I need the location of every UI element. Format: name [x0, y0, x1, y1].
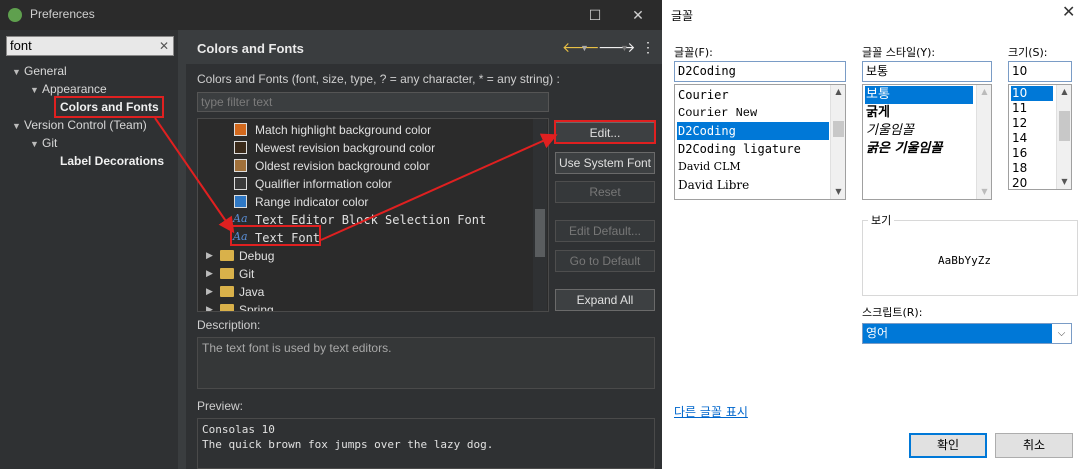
font-dialog: 글꼴 ✕ 글꼴(F): D2Coding Courier Courier New… — [662, 0, 1088, 469]
style-list[interactable]: 보통 굵게 기울임꼴 굵은 기울임꼴 ▲ ▼ — [862, 84, 992, 200]
style-list-scrollbar[interactable]: ▲ ▼ — [976, 85, 991, 199]
arrow-to-text-font — [154, 117, 235, 234]
list-item-selected[interactable]: 10 — [1011, 86, 1053, 101]
size-input[interactable]: 10 — [1008, 61, 1072, 82]
size-list-scrollbar[interactable]: ▲ ▼ — [1056, 85, 1071, 189]
list-item[interactable]: D2Coding ligature — [677, 140, 801, 158]
style-input[interactable]: 보통 — [862, 61, 992, 82]
scroll-up-icon[interactable]: ▲ — [1057, 85, 1071, 99]
script-label: 스크립트(R): — [862, 306, 923, 319]
ok-button[interactable]: 확인 — [909, 433, 987, 458]
list-item-selected[interactable]: D2Coding — [677, 122, 829, 140]
list-item[interactable]: David Libre — [677, 176, 749, 194]
list-item-selected[interactable]: 보통 — [865, 86, 973, 104]
arrow-to-edit-button — [320, 133, 558, 241]
style-label: 글꼴 스타일(Y): — [862, 46, 936, 59]
list-item[interactable]: 16 — [1011, 146, 1027, 161]
dialog-title: 글꼴 — [671, 9, 694, 23]
annotation-arrows — [154, 117, 558, 241]
list-item[interactable]: 14 — [1011, 131, 1027, 146]
size-label: 크기(S): — [1008, 46, 1048, 59]
scroll-down-icon[interactable]: ▼ — [831, 185, 845, 199]
scroll-up-icon[interactable]: ▲ — [831, 85, 845, 99]
scroll-up-icon[interactable]: ▲ — [977, 85, 991, 99]
scroll-down-icon[interactable]: ▼ — [977, 185, 991, 199]
list-item[interactable]: 굵은 기울임꼴 — [865, 140, 942, 158]
font-list-scrollbar[interactable]: ▲ ▼ — [830, 85, 845, 199]
list-item[interactable]: 기울임꼴 — [865, 122, 914, 140]
size-list[interactable]: 10 11 12 14 16 18 20 ▲ ▼ — [1008, 84, 1072, 190]
list-item[interactable]: David CLM — [677, 158, 741, 176]
cancel-button[interactable]: 취소 — [995, 433, 1073, 458]
close-icon[interactable]: ✕ — [1062, 2, 1075, 21]
scrollbar-thumb[interactable] — [833, 121, 844, 137]
scrollbar-thumb[interactable] — [1059, 111, 1070, 141]
scroll-down-icon[interactable]: ▼ — [1057, 175, 1071, 189]
list-item[interactable]: Courier — [677, 86, 729, 104]
font-name-input[interactable]: D2Coding — [674, 61, 846, 82]
list-item[interactable]: 18 — [1011, 161, 1027, 176]
list-item[interactable]: 11 — [1011, 101, 1027, 116]
sample-label: 보기 — [868, 212, 895, 228]
more-fonts-link[interactable]: 다른 글꼴 표시 — [674, 403, 748, 420]
chevron-down-icon[interactable]: ⌵ — [1052, 323, 1072, 344]
sample-text: AaBbYyZz — [938, 254, 991, 267]
list-item[interactable]: 굵게 — [865, 104, 890, 122]
preferences-window: Preferences ☐ ✕ font ✕ ▼ General ▼ Appeara… — [0, 0, 662, 469]
script-select[interactable]: 영어 — [862, 323, 1072, 344]
list-item[interactable]: Courier New — [677, 104, 757, 122]
list-item[interactable]: 20 — [1011, 176, 1027, 189]
font-label: 글꼴(F): — [674, 46, 713, 59]
list-item[interactable]: 12 — [1011, 116, 1027, 131]
font-list[interactable]: Courier Courier New D2Coding D2Coding li… — [674, 84, 846, 200]
